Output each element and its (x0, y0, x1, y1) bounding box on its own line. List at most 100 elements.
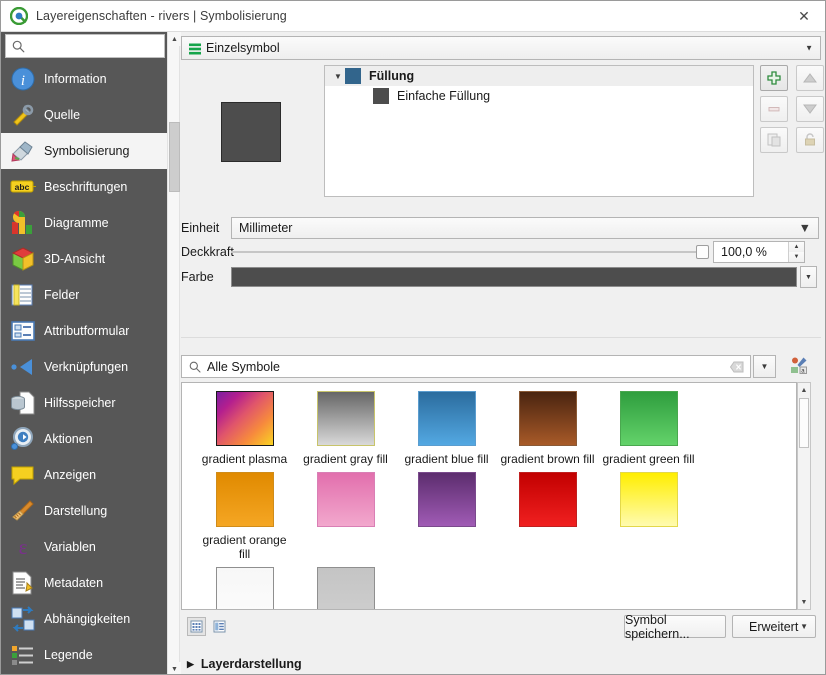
sidebar-item-diagramme[interactable]: Diagramme (1, 205, 167, 241)
sidebar-item-variablen[interactable]: ε Variablen (1, 529, 167, 565)
sidebar-item-aktionen[interactable]: Aktionen (1, 421, 167, 457)
save-symbol-button[interactable]: Symbol speichern... (624, 613, 726, 641)
symbol-search-box[interactable]: Alle Symbole (181, 355, 751, 378)
chevron-down-icon[interactable]: ▼ (331, 72, 345, 81)
slider-handle[interactable] (696, 245, 709, 259)
remove-symbol-layer-button[interactable] (760, 96, 788, 122)
move-up-button[interactable] (796, 65, 825, 91)
symbol-item[interactable] (295, 567, 396, 609)
scroll-up-icon[interactable]: ▲ (168, 32, 181, 46)
diagram-chart-icon (9, 209, 37, 237)
attribute-form-icon (9, 317, 37, 345)
chevron-down-icon[interactable]: ▼ (805, 44, 813, 53)
svg-text:i: i (21, 73, 25, 89)
layer-rendering-section[interactable]: ▶ Layerdarstellung (187, 657, 302, 671)
symbol-swatch[interactable] (215, 567, 274, 609)
sidebar-item-felder[interactable]: Felder (1, 277, 167, 313)
symbol-gallery[interactable]: gradient plasma gradient gray fill gradien… (181, 382, 797, 610)
sidebar-item-3d-ansicht[interactable]: 3D-Ansicht (1, 241, 167, 277)
unit-combo[interactable]: Millimeter ▼ (231, 217, 819, 239)
close-icon[interactable]: ✕ (781, 1, 825, 31)
chevron-right-icon[interactable]: ▶ (187, 659, 194, 670)
sidebar-item-label: Legende (44, 648, 93, 662)
sidebar-item-legende[interactable]: Legende (1, 637, 167, 673)
sidebar-item-symbolisierung[interactable]: Symbolisierung (1, 133, 167, 169)
symbol-item[interactable]: gradient brown fill (497, 391, 598, 466)
rendering-broom-icon (9, 497, 37, 525)
scroll-down-icon[interactable]: ▼ (168, 662, 181, 674)
add-symbol-layer-button[interactable] (760, 65, 788, 91)
spin-down-icon[interactable]: ▼ (789, 252, 804, 262)
symbol-layer-tree[interactable]: ▼ Füllung Einfache Füllung (324, 65, 754, 197)
symbol-item[interactable] (598, 472, 699, 561)
sidebar-item-information[interactable]: i Information (1, 61, 167, 97)
sidebar-item-anzeigen[interactable]: Anzeigen (1, 457, 167, 493)
symbol-swatch[interactable] (215, 391, 274, 446)
symbol-filter-dropdown[interactable]: ▼ (753, 355, 776, 378)
symbol-swatch[interactable] (619, 391, 678, 446)
lock-button[interactable] (796, 127, 825, 153)
style-manager-icon[interactable]: a (787, 354, 811, 378)
symbol-swatch[interactable] (316, 391, 375, 446)
symbol-layer-row[interactable]: ▼ Füllung (325, 66, 753, 86)
color-dropdown-button[interactable]: ▼ (800, 266, 817, 288)
sidebar-item-darstellung[interactable]: Darstellung (1, 493, 167, 529)
sidebar-item-hilfsspeicher[interactable]: Hilfsspeicher (1, 385, 167, 421)
scroll-down-icon[interactable]: ▼ (798, 595, 810, 609)
grid-view-icon[interactable] (187, 617, 206, 636)
sidebar-item-label: Variablen (44, 540, 96, 554)
move-down-button[interactable] (796, 96, 825, 122)
sidebar-item-attributformular[interactable]: Attributformular (1, 313, 167, 349)
spin-up-icon[interactable]: ▲ (789, 242, 804, 252)
symbol-swatch[interactable] (316, 567, 375, 609)
auxiliary-storage-icon (9, 389, 37, 417)
sidebar-scrollbar[interactable]: ▲ ▼ (167, 32, 181, 674)
symbol-item[interactable]: gradient blue fill (396, 391, 497, 466)
sidebar-search-box[interactable] (5, 34, 165, 58)
symbol-item[interactable]: gradient orange fill (194, 472, 295, 561)
gallery-scrollbar[interactable]: ▲ ▼ (797, 382, 811, 610)
symbol-item[interactable]: gradient gray fill (295, 391, 396, 466)
symbol-swatch[interactable] (215, 472, 274, 527)
symbol-swatch[interactable] (518, 391, 577, 446)
sidebar-item-label: Information (44, 72, 107, 86)
spin-buttons[interactable]: ▲ ▼ (788, 242, 804, 262)
duplicate-button[interactable] (760, 127, 788, 153)
search-input[interactable] (30, 38, 158, 54)
symbol-item[interactable]: gradient plasma (194, 391, 295, 466)
sidebar-item-verkn-pfungen[interactable]: Verknüpfungen (1, 349, 167, 385)
symbol-swatch[interactable] (316, 472, 375, 527)
sidebar-item-quelle[interactable]: Quelle (1, 97, 167, 133)
svg-text:abc: abc (15, 182, 30, 192)
sidebar-item-abh-ngigkeiten[interactable]: Abhängigkeiten (1, 601, 167, 637)
symbol-swatch[interactable] (619, 472, 678, 527)
symbol-swatch[interactable] (417, 391, 476, 446)
symbol-item[interactable] (295, 472, 396, 561)
unit-row: Einheit Millimeter ▼ (181, 217, 819, 239)
symbol-item[interactable] (497, 472, 598, 561)
clear-icon[interactable] (729, 361, 744, 373)
symbol-item[interactable]: gradient green fill (598, 391, 699, 466)
chevron-down-icon[interactable]: ▼ (799, 221, 811, 235)
opacity-slider[interactable] (231, 243, 709, 261)
search-icon (12, 40, 25, 53)
symbol-item[interactable] (194, 567, 295, 609)
list-view-icon[interactable] (210, 617, 229, 636)
advanced-button[interactable]: Erweitert ▼ (732, 615, 816, 638)
symbol-swatch[interactable] (518, 472, 577, 527)
sidebar-item-metadaten[interactable]: Metadaten (1, 565, 167, 601)
sidebar-item-beschriftungen[interactable]: abc Beschriftungen (1, 169, 167, 205)
symbol-layer-row[interactable]: Einfache Füllung (325, 86, 753, 106)
scrollbar-thumb[interactable] (169, 122, 180, 192)
chevron-down-icon[interactable]: ▼ (800, 622, 808, 631)
unit-label: Einheit (181, 221, 220, 235)
color-button[interactable] (231, 267, 797, 287)
unit-value: Millimeter (239, 221, 293, 235)
symbol-item[interactable] (396, 472, 497, 561)
scroll-up-icon[interactable]: ▲ (798, 383, 810, 397)
opacity-spinbox[interactable]: 100,0 % ▲ ▼ (713, 241, 805, 263)
scrollbar-thumb[interactable] (799, 398, 809, 448)
symbol-swatch[interactable] (417, 472, 476, 527)
renderer-type-combo[interactable]: Einzelsymbol ▼ (181, 36, 821, 60)
sidebar-item-label: Hilfsspeicher (44, 396, 116, 410)
